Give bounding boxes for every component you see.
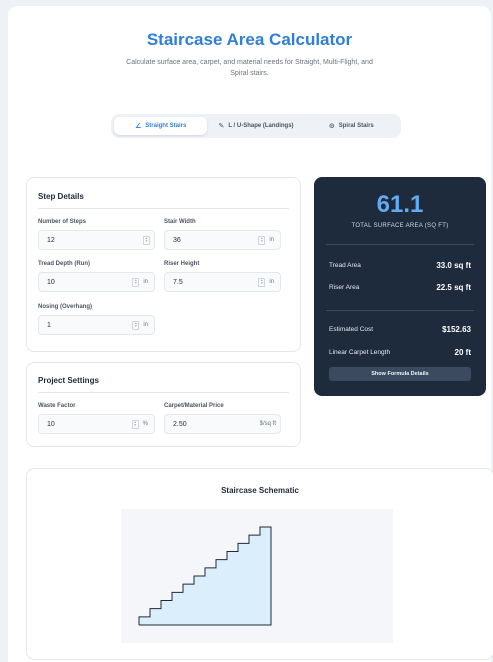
- page-title: Staircase Area Calculator: [146, 30, 353, 49]
- tread-depth-input[interactable]: [39, 273, 133, 291]
- riser-height-label: Riser Height: [164, 261, 200, 267]
- step-details-card: Step Details Number of Steps ▲▼ Stair Wi…: [26, 177, 301, 352]
- total-area-value: 61.1: [376, 191, 424, 218]
- tab-label: Straight Stairs: [145, 123, 187, 129]
- project-settings-card: Project Settings Waste Factor ▲▼ % Carpe…: [26, 362, 301, 447]
- unit-label: in: [143, 322, 148, 328]
- cost-value: $152.63: [442, 325, 471, 334]
- carpet-value: 20 ft: [454, 348, 471, 357]
- price-field: $/sq ft: [164, 414, 281, 434]
- riser-height-field: ▲▼ in: [164, 272, 281, 292]
- riser-area-value: 22.5 sq ft: [436, 283, 471, 292]
- tab-spiral-stairs[interactable]: ⊙ Spiral Stairs: [305, 117, 398, 135]
- stepper-icon[interactable]: ▲ ▼: [258, 235, 266, 245]
- nosing-field: ▲▼ in: [38, 315, 155, 335]
- stepper-icon[interactable]: ▲ ▼: [132, 277, 140, 287]
- mode-tabs: ∠ Straight Stairs ✎ L / U-Shape (Landing…: [111, 114, 401, 138]
- pencil-icon: ✎: [218, 123, 225, 130]
- num-steps-label: Number of Steps: [38, 219, 87, 225]
- waste-factor-input[interactable]: [39, 415, 132, 433]
- waste-factor-field: ▲▼ %: [38, 414, 155, 434]
- num-steps-field: ▲▼: [38, 230, 155, 250]
- divider: [38, 392, 289, 393]
- page-subtitle: Calculate surface area, carpet, and mate…: [126, 59, 373, 77]
- unit-label: in: [269, 279, 274, 285]
- riser-height-input[interactable]: [165, 273, 259, 291]
- tread-area-label: Tread Area: [329, 262, 361, 269]
- schematic-card: Staircase Schematic: [26, 468, 493, 660]
- page-container: Staircase Area Calculator Calculate surf…: [8, 6, 493, 662]
- results-panel: 61.1 TOTAL SURFACE AREA (SQ FT) Tread Ar…: [314, 177, 486, 396]
- unit-label: in: [269, 237, 274, 243]
- tab-label: Spiral Stairs: [338, 123, 374, 129]
- stair-width-input[interactable]: [165, 231, 259, 249]
- stepper-icon[interactable]: ▲ ▼: [258, 277, 266, 287]
- unit-label: $/sq ft: [259, 421, 276, 427]
- unit-label: in: [143, 279, 148, 285]
- tread-area-row: Tread Area 33.0 sq ft: [329, 261, 471, 270]
- tread-area-value: 33.0 sq ft: [436, 261, 471, 270]
- ruler-icon: ∠: [135, 123, 142, 130]
- stair-width-label: Stair Width: [164, 219, 196, 225]
- num-steps-input[interactable]: [39, 231, 143, 249]
- divider: [326, 310, 474, 311]
- cost-label: Estimated Cost: [329, 326, 374, 333]
- nosing-label: Nosing (Overhang): [38, 304, 93, 310]
- show-formula-button[interactable]: Show Formula Details: [329, 367, 471, 381]
- project-settings-title: Project Settings: [38, 376, 99, 385]
- total-area-label: TOTAL SURFACE AREA (SQ FT): [351, 223, 449, 229]
- stepper-icon[interactable]: ▲ ▼: [131, 419, 139, 429]
- stepper-icon[interactable]: ▲ ▼: [132, 320, 140, 330]
- cost-row: Estimated Cost $152.63: [329, 325, 471, 334]
- tab-straight-stairs[interactable]: ∠ Straight Stairs: [114, 117, 208, 135]
- price-input[interactable]: [165, 415, 260, 433]
- riser-area-row: Riser Area 22.5 sq ft: [329, 283, 471, 292]
- carpet-row: Linear Carpet Length 20 ft: [329, 348, 471, 357]
- unit-label: %: [142, 421, 148, 427]
- tab-l-u-shape[interactable]: ✎ L / U-Shape (Landings): [209, 117, 302, 135]
- schematic-title: Staircase Schematic: [221, 486, 299, 495]
- stair-width-field: ▲▼ in: [164, 230, 281, 250]
- tread-depth-label: Tread Depth (Run): [38, 261, 90, 267]
- tab-label: L / U-Shape (Landings): [228, 123, 294, 129]
- riser-area-label: Riser Area: [329, 284, 360, 291]
- price-label: Carpet/Material Price: [164, 403, 224, 409]
- tread-depth-field: ▲▼ in: [38, 272, 155, 292]
- divider: [326, 244, 474, 245]
- spiral-icon: ⊙: [328, 123, 335, 130]
- waste-factor-label: Waste Factor: [38, 403, 76, 409]
- divider: [38, 208, 289, 209]
- step-details-title: Step Details: [38, 192, 84, 201]
- nosing-input[interactable]: [39, 316, 133, 334]
- staircase-schematic: [121, 509, 393, 643]
- stepper-icon[interactable]: ▲ ▼: [143, 235, 150, 245]
- carpet-label: Linear Carpet Length: [329, 349, 391, 356]
